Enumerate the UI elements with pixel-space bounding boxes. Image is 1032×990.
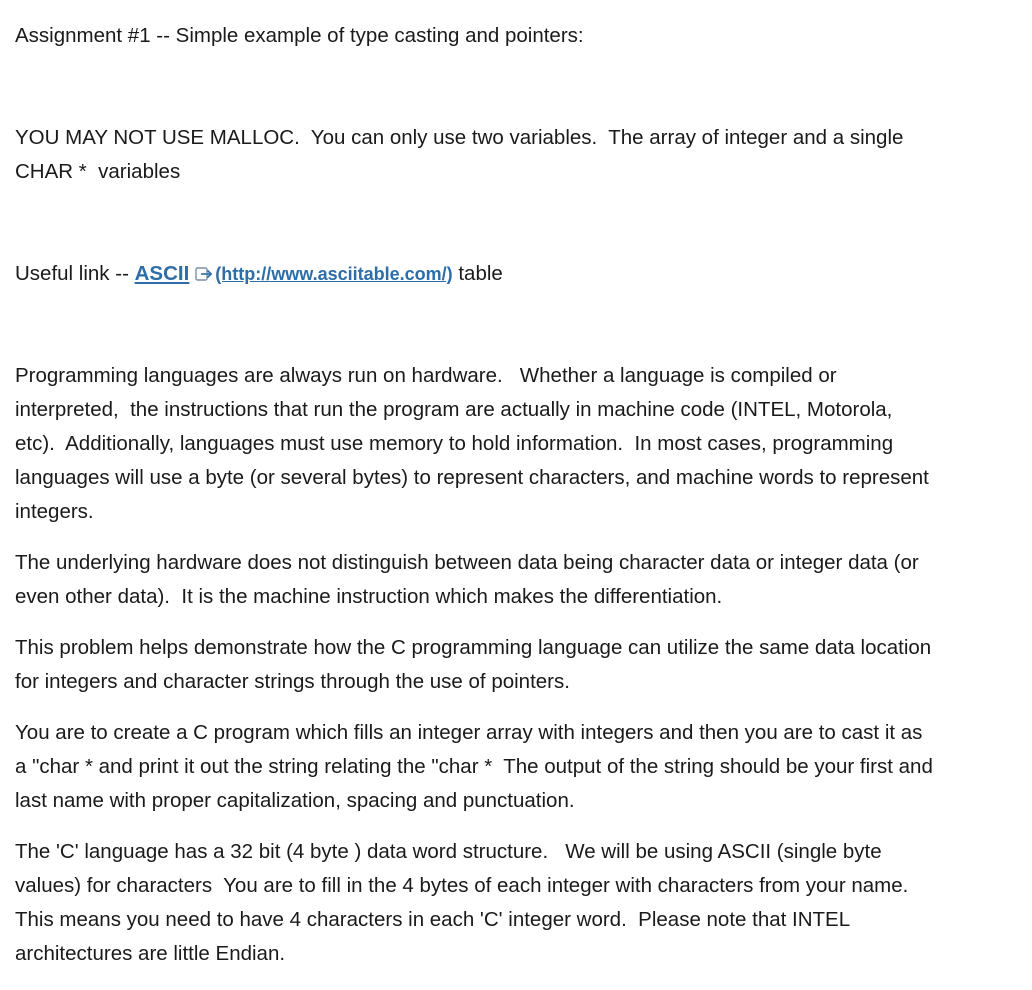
programming-line: etc). Additionally, languages must use m…	[15, 432, 894, 455]
create-line: You are to create a C program which fill…	[15, 721, 923, 744]
assignment-title: Assignment #1 -- Simple example of type …	[15, 19, 1030, 53]
external-link-icon	[195, 266, 213, 282]
assignment-page: Assignment #1 -- Simple example of type …	[0, 0, 1032, 990]
ascii-table-link[interactable]: ASCII (http://www.asciitable.com/)	[135, 262, 453, 285]
hardware-line: even other data). It is the machine inst…	[15, 585, 723, 608]
useful-link-prefix: Useful link --	[15, 262, 135, 285]
malloc-line-1: YOU MAY NOT USE MALLOC. You can only use…	[15, 126, 904, 149]
demonstrate-line: This problem helps demonstrate how the C…	[15, 636, 932, 659]
programming-line: Programming languages are always run on …	[15, 364, 837, 387]
useful-link-paragraph: Useful link -- ASCII (http://www.asciitab…	[15, 257, 1030, 291]
data-word-paragraph: The 'C' language has a 32 bit (4 byte ) …	[15, 835, 1030, 971]
programming-line: integers.	[15, 500, 94, 523]
programming-line: languages will use a byte (or several by…	[15, 466, 929, 489]
malloc-restriction-paragraph: YOU MAY NOT USE MALLOC. You can only use…	[15, 121, 1030, 189]
programming-line: interpreted, the instructions that run t…	[15, 398, 893, 421]
ascii-link-text: ASCII	[134, 262, 190, 285]
hardware-paragraph: The underlying hardware does not disting…	[15, 546, 1030, 614]
create-line: a "char * and print it out the string re…	[15, 755, 933, 778]
word-line: values) for characters You are to fill i…	[15, 874, 909, 897]
demonstrate-paragraph: This problem helps demonstrate how the C…	[15, 631, 1030, 699]
create-program-paragraph: You are to create a C program which fill…	[15, 716, 1030, 818]
malloc-line-2: CHAR * variables	[15, 160, 181, 183]
demonstrate-line: for integers and character strings throu…	[15, 670, 570, 693]
word-line: architectures are little Endian.	[15, 942, 286, 965]
programming-paragraph: Programming languages are always run on …	[15, 359, 1030, 529]
hardware-line: The underlying hardware does not disting…	[15, 551, 919, 574]
assignment-title-text: Assignment #1 -- Simple example of type …	[15, 24, 584, 47]
useful-link-suffix: table	[452, 262, 503, 285]
word-line: This means you need to have 4 characters…	[15, 908, 851, 931]
create-line: last name with proper capitalization, sp…	[15, 789, 575, 812]
ascii-link-url: (http://www.asciitable.com/)	[215, 264, 453, 284]
word-line: The 'C' language has a 32 bit (4 byte ) …	[15, 840, 882, 863]
